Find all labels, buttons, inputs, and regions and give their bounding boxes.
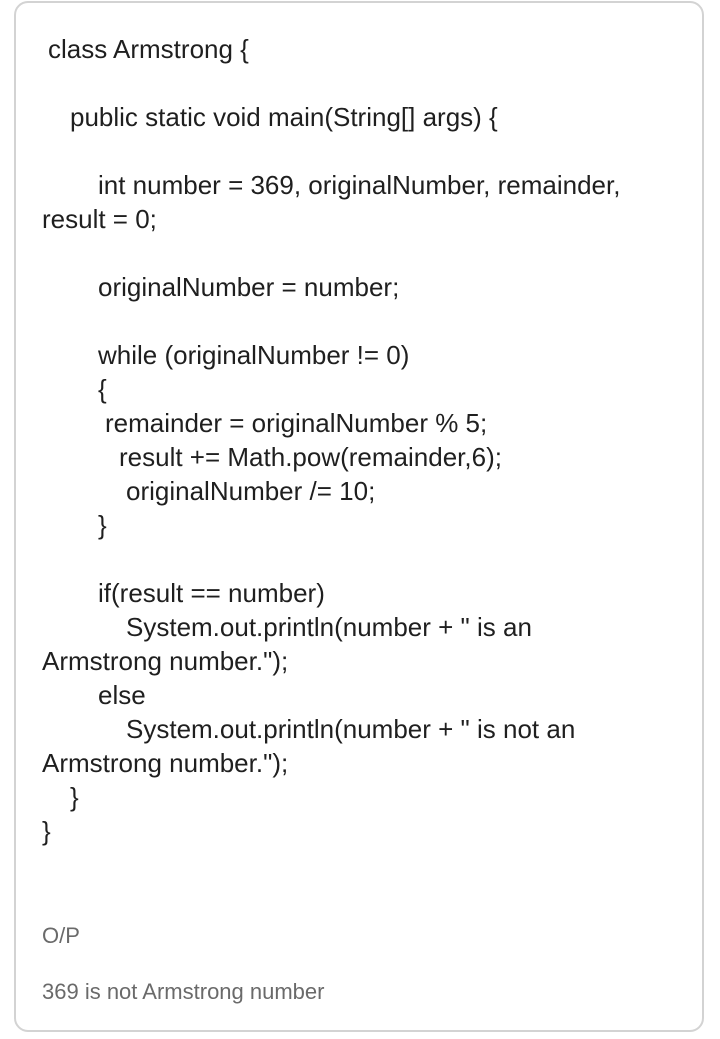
code-line: else bbox=[98, 680, 146, 710]
code-line: int number = 369, originalNumber, remain… bbox=[98, 170, 621, 200]
code-line: } bbox=[70, 782, 79, 812]
code-line: System.out.println(number + " is an bbox=[126, 612, 532, 642]
code-line: Armstrong number."); bbox=[42, 748, 289, 778]
output-label: O/P bbox=[42, 923, 80, 948]
code-line: if(result == number) bbox=[98, 578, 325, 608]
code-line: while (originalNumber != 0) bbox=[98, 340, 410, 370]
code-line: System.out.println(number + " is not an bbox=[126, 714, 576, 744]
message-card bbox=[14, 1, 704, 1032]
code-line: class Armstrong { bbox=[48, 34, 249, 64]
code-line: } bbox=[98, 510, 107, 540]
code-line: Armstrong number."); bbox=[42, 646, 289, 676]
code-line: originalNumber /= 10; bbox=[126, 476, 376, 506]
code-line: } bbox=[42, 816, 51, 846]
code-line: originalNumber = number; bbox=[98, 272, 400, 302]
code-line: result += Math.pow(remainder,6); bbox=[119, 442, 502, 472]
code-line: remainder = originalNumber % 5; bbox=[105, 408, 488, 438]
code-line: public static void main(String[] args) { bbox=[70, 102, 498, 132]
code-line: result = 0; bbox=[42, 204, 157, 234]
code-line: { bbox=[98, 374, 107, 404]
output-text: 369 is not Armstrong number bbox=[42, 979, 325, 1004]
